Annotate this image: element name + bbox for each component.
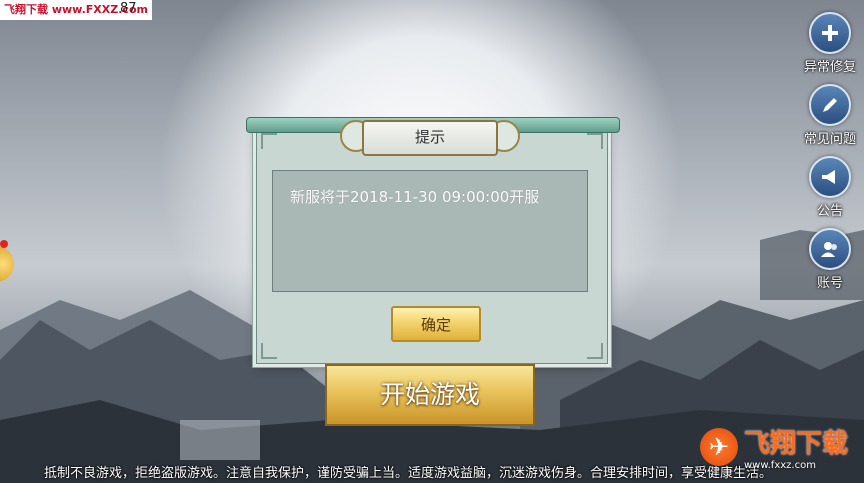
watermark-title: 飞翔下载 (744, 429, 849, 459)
account-label: 账号 (816, 276, 843, 291)
pencil-icon (809, 84, 851, 126)
faq-label: 常见问题 (803, 132, 856, 147)
confirm-button[interactable]: 确定 (391, 306, 481, 342)
dialog-message: 新服将于2018-11-30 09:00:00开服 (290, 188, 540, 206)
notification-dot (0, 240, 8, 248)
dialog-corner (587, 343, 603, 359)
watermark-url: www.fxxz.com (744, 460, 816, 471)
dialog-title: 提示 (362, 120, 498, 156)
dialog-corner (587, 133, 603, 149)
announcement-label: 公告 (816, 204, 843, 219)
account-button[interactable]: 账号 (800, 222, 860, 292)
site-logo-icon: ✈ (700, 428, 738, 466)
repair-label: 异常修复 (803, 60, 856, 75)
dialog-corner (261, 343, 277, 359)
start-game-button[interactable]: 开始游戏 (325, 364, 535, 426)
faq-button[interactable]: 常见问题 (800, 78, 860, 148)
megaphone-icon (809, 156, 851, 198)
fps-counter: 87 (120, 1, 137, 16)
account-icon (809, 228, 851, 270)
health-notice: 抵制不良游戏，拒绝盗版游戏。注意自我保护，谨防受骗上当。适度游戏益脑，沉迷游戏伤… (44, 466, 773, 481)
dialog-corner (261, 133, 277, 149)
repair-plus-icon (809, 12, 851, 54)
site-watermark: ✈ 飞翔下载 www.fxxz.com (700, 418, 858, 476)
repair-button[interactable]: 异常修复 (800, 6, 860, 76)
announcement-button[interactable]: 公告 (800, 150, 860, 220)
